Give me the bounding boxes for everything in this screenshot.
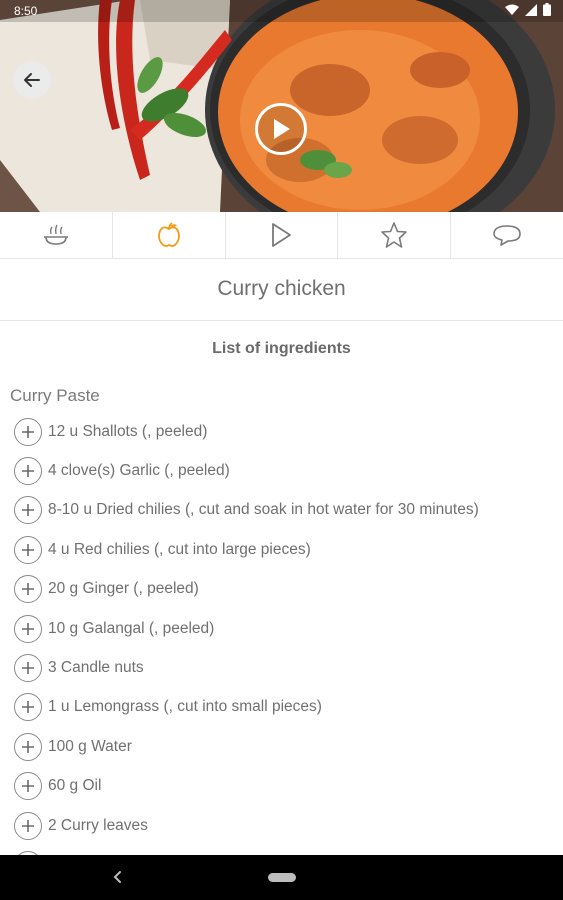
ingredient-text: 4 clove(s) Garlic (, peeled)	[48, 462, 230, 480]
play-icon	[274, 119, 290, 139]
ingredient-text: 20 g Ginger (, peeled)	[48, 580, 199, 598]
plus-icon	[22, 740, 34, 753]
plus-icon	[22, 819, 34, 832]
status-time: 8:50	[14, 4, 38, 18]
add-to-shopping-list-button[interactable]	[14, 732, 42, 761]
recipe-tab-bar	[0, 212, 563, 259]
wifi-icon	[505, 4, 519, 15]
add-to-shopping-list-button[interactable]	[14, 535, 42, 564]
cooking-pot-icon	[43, 224, 68, 245]
recipe-title: Curry chicken	[0, 258, 563, 321]
comment-icon	[493, 225, 521, 246]
list-item: 4 clove(s) Garlic (, peeled)	[0, 451, 563, 490]
ingredient-text: 60 g Oil	[48, 777, 102, 795]
list-item: 8-10 u Dried chilies (, cut and soak in …	[0, 491, 563, 530]
add-to-shopping-list-button[interactable]	[14, 614, 42, 643]
chevron-left-icon	[113, 871, 121, 883]
tab-rating[interactable]	[338, 212, 452, 258]
plus-icon	[22, 701, 34, 714]
ingredient-group-label: Curry Paste	[10, 386, 100, 405]
ingredient-text: 2 Curry leaves	[48, 816, 148, 834]
ingredient-text: 12 u Shallots (, peeled)	[48, 422, 208, 440]
ingredient-list: 12 u Shallots (, peeled) 4 clove(s) Garl…	[0, 412, 563, 855]
list-item: 12 u Shallots (, peeled)	[0, 412, 563, 451]
battery-icon	[543, 3, 551, 16]
apple-icon	[157, 222, 180, 247]
plus-icon	[22, 543, 34, 556]
add-to-shopping-list-button[interactable]	[14, 496, 42, 525]
ingredient-text: 100 g Water	[48, 737, 132, 755]
tab-video[interactable]	[226, 212, 339, 258]
play-icon	[272, 223, 292, 247]
plus-icon	[22, 662, 34, 675]
add-to-shopping-list-button[interactable]	[14, 772, 42, 801]
ingredient-text: 1 u Lemongrass (, cut into small pieces)	[48, 698, 322, 716]
list-item-partial	[0, 845, 563, 855]
signal-icon	[525, 3, 537, 16]
list-item: 3 Candle nuts	[0, 648, 563, 687]
add-to-shopping-list-button[interactable]	[14, 654, 42, 683]
list-item: 100 g Water	[0, 727, 563, 766]
add-to-shopping-list-button[interactable]	[14, 417, 42, 446]
add-to-shopping-list-button[interactable]	[14, 457, 42, 486]
ingredient-text: 4 u Red chilies (, cut into large pieces…	[48, 540, 311, 558]
arrow-left-icon	[24, 73, 40, 87]
ingredient-text: 10 g Galangal (, peeled)	[48, 619, 215, 637]
add-to-shopping-list-button[interactable]	[14, 575, 42, 604]
system-home-button[interactable]	[268, 873, 296, 882]
status-icons	[505, 3, 551, 16]
list-item: 4 u Red chilies (, cut into large pieces…	[0, 530, 563, 569]
tab-preparation[interactable]	[0, 212, 113, 258]
tab-comments[interactable]	[451, 212, 563, 258]
ingredients-heading: List of ingredients	[212, 340, 351, 357]
list-item: 20 g Ginger (, peeled)	[0, 570, 563, 609]
system-navigation-bar	[0, 855, 563, 900]
add-to-shopping-list-button[interactable]	[14, 811, 42, 840]
ingredient-text: 8-10 u Dried chilies (, cut and soak in …	[48, 501, 479, 519]
plus-icon	[22, 583, 34, 596]
list-item: 10 g Galangal (, peeled)	[0, 609, 563, 648]
plus-icon	[22, 425, 34, 438]
back-button[interactable]	[13, 61, 51, 99]
list-item: 60 g Oil	[0, 767, 563, 806]
list-item: 1 u Lemongrass (, cut into small pieces)	[0, 688, 563, 727]
play-video-button[interactable]	[255, 103, 307, 155]
plus-icon	[22, 780, 34, 793]
ingredient-text: 3 Candle nuts	[48, 659, 144, 677]
tab-ingredients[interactable]	[113, 212, 226, 258]
list-item: 2 Curry leaves	[0, 806, 563, 845]
plus-icon	[22, 622, 34, 635]
star-icon	[381, 222, 408, 248]
add-to-shopping-list-button[interactable]	[14, 693, 42, 722]
plus-icon	[22, 465, 34, 478]
status-bar: 8:50	[0, 0, 563, 22]
system-back-button[interactable]	[110, 867, 124, 892]
plus-icon	[22, 504, 34, 517]
